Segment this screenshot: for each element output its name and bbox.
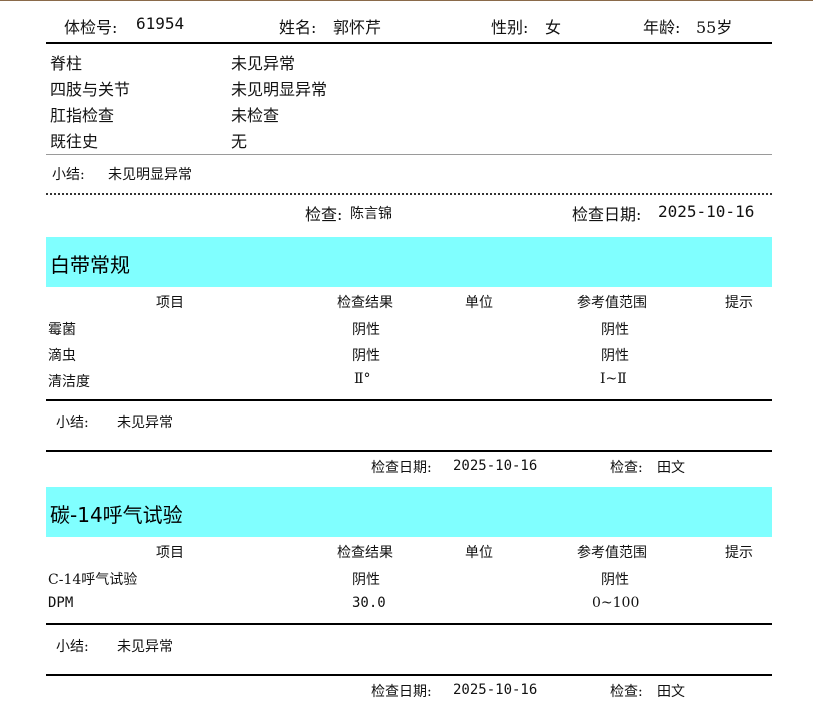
table-row: DPM 30.0 0~100 [46,591,772,617]
sex-label: 性别: [491,18,529,37]
cell-range: 阴性 [601,348,629,364]
list-item-name: 肛指检查 [50,106,115,125]
leucorrhea-footer-divider [46,450,772,452]
leucorrhea-summary-value: 未见异常 [117,415,173,431]
age-label: 年龄: [643,18,681,37]
cell-range: Ⅰ~Ⅱ [600,371,627,387]
list-item-name: 脊柱 [50,54,83,73]
table-row: C-14呼气试验 阴性 阴性 [46,565,772,591]
c14-date-value: 2025-10-16 [453,682,538,698]
page-top-border [0,0,813,1]
cell-item: DPM [48,595,74,611]
cell-range: 阴性 [601,572,629,588]
leucorrhea-date-label: 检查日期: [371,460,432,476]
name-label: 姓名: [279,18,317,37]
cell-result: 阴性 [352,572,380,588]
age-value: 55岁 [696,18,733,37]
cell-result: 阴性 [352,348,380,364]
col-unit: 单位 [465,295,493,311]
general-summary-value: 未见明显异常 [108,167,192,183]
list-item-result: 未见异常 [231,54,296,73]
table-row: 滴虫 阴性 阴性 [46,341,772,367]
cell-item: 清洁度 [48,374,90,390]
col-result: 检查结果 [337,295,393,311]
cell-item: C-14呼气试验 [48,572,138,588]
general-summary-label: 小结: [52,167,85,183]
leucorrhea-divider [46,399,772,401]
col-hint: 提示 [725,545,753,561]
cell-result: Ⅱ° [354,371,371,387]
general-dotted-divider [46,193,772,195]
col-range: 参考值范围 [577,545,647,561]
table-row: 霉菌 阴性 阴性 [46,315,772,341]
list-item-name: 既往史 [50,132,99,151]
section-title: 白带常规 [50,253,130,277]
list-item-result: 无 [231,132,248,151]
list-item-name: 四肢与关节 [50,80,131,99]
name-value: 郭怀芹 [333,18,382,37]
general-divider [46,154,772,155]
leucorrhea-examiner-label: 检查: [610,460,643,476]
general-examiner-label: 检查: [305,205,343,224]
cell-result: 阴性 [352,322,380,338]
list-item-result: 未见明显异常 [231,80,328,99]
col-item: 项目 [156,545,184,561]
section-header-c14: 碳-14呼气试验 [46,487,772,537]
table-header: 项目 检查结果 单位 参考值范围 提示 [46,288,772,314]
c14-date-label: 检查日期: [371,684,432,700]
c14-summary-label: 小结: [56,639,89,655]
cell-range: 0~100 [592,595,640,611]
c14-examiner-value: 田文 [657,684,685,700]
list-item-result: 未检查 [231,106,280,125]
section-title: 碳-14呼气试验 [50,503,183,527]
c14-summary-value: 未见异常 [117,639,173,655]
general-date-value: 2025-10-16 [658,202,755,221]
exam-id-label: 体检号: [64,18,118,37]
exam-id-value: 61954 [136,14,185,33]
leucorrhea-date-value: 2025-10-16 [453,458,538,474]
section-header-leucorrhea: 白带常规 [46,237,772,287]
cell-range: 阴性 [601,322,629,338]
header-divider [46,42,772,44]
cell-result: 30.0 [352,595,386,611]
col-item: 项目 [156,295,184,311]
sex-value: 女 [545,18,562,37]
general-date-label: 检查日期: [572,205,642,224]
col-range: 参考值范围 [577,295,647,311]
col-result: 检查结果 [337,545,393,561]
cell-item: 霉菌 [48,322,76,338]
cell-item: 滴虫 [48,348,76,364]
table-header: 项目 检查结果 单位 参考值范围 提示 [46,538,772,564]
leucorrhea-summary-label: 小结: [56,415,89,431]
c14-footer-divider [46,674,772,676]
col-unit: 单位 [465,545,493,561]
table-row: 清洁度 Ⅱ° Ⅰ~Ⅱ [46,367,772,393]
c14-divider [46,623,772,625]
general-examiner-value: 陈言锦 [350,206,392,222]
c14-examiner-label: 检查: [610,684,643,700]
col-hint: 提示 [725,295,753,311]
leucorrhea-examiner-value: 田文 [657,460,685,476]
